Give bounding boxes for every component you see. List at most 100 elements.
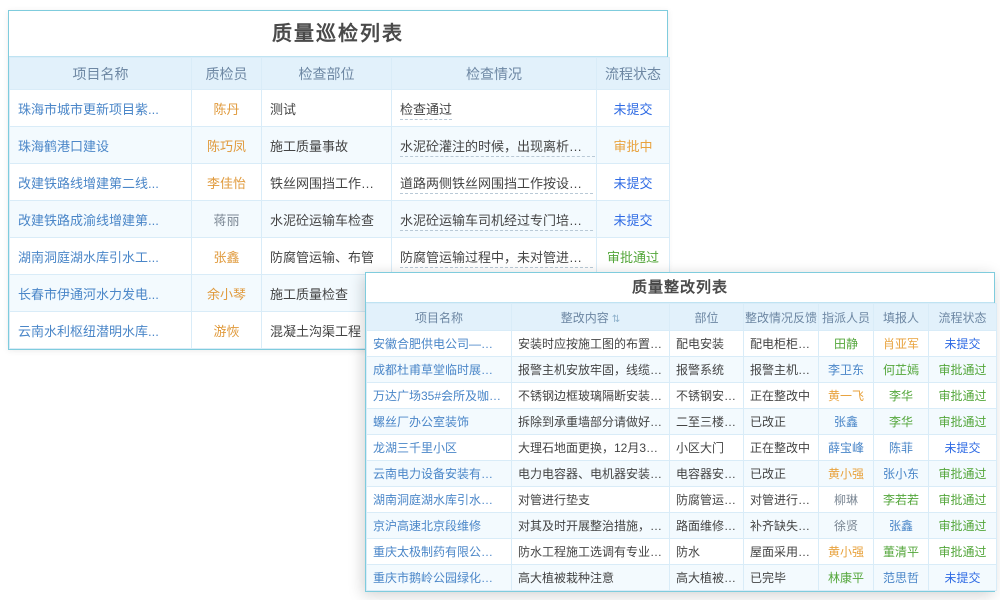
feedback-cell: 屋面采用聚氨... bbox=[744, 539, 819, 565]
part-cell: 报警系统 bbox=[670, 357, 744, 383]
inspector-name: 余小琴 bbox=[192, 275, 262, 312]
part-cell: 防腐管运输... bbox=[670, 487, 744, 513]
project-name-link[interactable]: 成都杜甫草堂临时展厅独立展... bbox=[367, 357, 512, 383]
rectification-row[interactable]: 湖南洞庭湖水库引水工程施工1标 对管进行垫支 防腐管运输... 对管进行垫支 柳… bbox=[367, 487, 997, 513]
process-status: 审批通过 bbox=[929, 539, 997, 565]
inspection-list-title: 质量巡检列表 bbox=[9, 11, 667, 57]
feedback-cell: 正在整改中 bbox=[744, 383, 819, 409]
reporter-name: 张鑫 bbox=[874, 513, 929, 539]
project-name-link[interactable]: 湖南洞庭湖水库引水工程施工1标 bbox=[367, 487, 512, 513]
project-name-link[interactable]: 螺丝厂办公室装饰 bbox=[367, 409, 512, 435]
project-name-link[interactable]: 湖南洞庭湖水库引水工... bbox=[10, 238, 192, 275]
assignee-name: 黄一飞 bbox=[819, 383, 874, 409]
rectification-list-panel: 质量整改列表 项目名称 整改内容⇅ 部位 整改情况反馈 指派人员 填报人 流程状… bbox=[365, 272, 995, 592]
project-name-link[interactable]: 万达广场35#会所及咖啡厅空... bbox=[367, 383, 512, 409]
process-status: 未提交 bbox=[597, 90, 670, 127]
project-name-link[interactable]: 重庆市鹅岭公园绿化景观提升... bbox=[367, 565, 512, 591]
rectification-row[interactable]: 成都杜甫草堂临时展厅独立展... 报警主机安放牢固，线缆连接... 报警系统 报… bbox=[367, 357, 997, 383]
column-header-content: 整改内容⇅ bbox=[512, 304, 670, 331]
inspection-location-cell: 测试 bbox=[262, 90, 392, 127]
project-name-link[interactable]: 云南电力设备安装有限公司20... bbox=[367, 461, 512, 487]
inspection-row[interactable]: 改建铁路成渝线增建第... 蒋丽 水泥砼运输车检查 水泥砼运输车司机经过专门培训… bbox=[10, 201, 670, 238]
feedback-cell: 报警主机安放... bbox=[744, 357, 819, 383]
process-status: 审批通过 bbox=[929, 461, 997, 487]
project-name-link[interactable]: 改建铁路成渝线增建第... bbox=[10, 201, 192, 238]
reporter-name: 李华 bbox=[874, 383, 929, 409]
reporter-name: 何芷嫣 bbox=[874, 357, 929, 383]
assignee-name: 林康平 bbox=[819, 565, 874, 591]
inspection-situation-cell: 水泥砼运输车司机经过专门培训... bbox=[392, 201, 597, 238]
process-status: 审批通过 bbox=[929, 383, 997, 409]
process-status: 未提交 bbox=[929, 565, 997, 591]
process-status: 审批通过 bbox=[929, 513, 997, 539]
process-status: 审批通过 bbox=[929, 409, 997, 435]
inspection-header-row: 项目名称 质检员 检查部位 检查情况 流程状态 bbox=[10, 58, 670, 90]
rectification-content-cell: 对管进行垫支 bbox=[512, 487, 670, 513]
part-cell: 高大植被栽种 bbox=[670, 565, 744, 591]
rectification-content-cell: 高大植被栽种注意 bbox=[512, 565, 670, 591]
situation-text: 防腐管运输过程中，未对管进行... bbox=[400, 250, 593, 268]
process-status: 审批中 bbox=[597, 127, 670, 164]
process-status: 审批通过 bbox=[929, 487, 997, 513]
rectification-row[interactable]: 龙湖三千里小区 大理石地面更换，12月31日之... 小区大门 正在整改中 薛宝… bbox=[367, 435, 997, 461]
rectification-row[interactable]: 京沪高速北京段维修 对其及时开展整治措施，桥头... 路面维修检... 补齐缺失… bbox=[367, 513, 997, 539]
feedback-cell: 补齐缺失标志... bbox=[744, 513, 819, 539]
process-status: 未提交 bbox=[929, 435, 997, 461]
inspection-situation-cell: 检查通过 bbox=[392, 90, 597, 127]
sort-icon[interactable]: ⇅ bbox=[612, 314, 620, 325]
assignee-name: 徐贤 bbox=[819, 513, 874, 539]
rectification-list-title: 质量整改列表 bbox=[366, 273, 994, 303]
reporter-name: 董清平 bbox=[874, 539, 929, 565]
inspection-row[interactable]: 湖南洞庭湖水库引水工... 张鑫 防腐管运输、布管 防腐管运输过程中，未对管进行… bbox=[10, 238, 670, 275]
column-header-status: 流程状态 bbox=[597, 58, 670, 90]
process-status: 未提交 bbox=[597, 164, 670, 201]
column-header-part: 部位 bbox=[670, 304, 744, 331]
reporter-name: 张小东 bbox=[874, 461, 929, 487]
column-header-project: 项目名称 bbox=[367, 304, 512, 331]
assignee-name: 张鑫 bbox=[819, 409, 874, 435]
rectification-header-row: 项目名称 整改内容⇅ 部位 整改情况反馈 指派人员 填报人 流程状态 bbox=[367, 304, 997, 331]
inspector-name: 蒋丽 bbox=[192, 201, 262, 238]
project-name-link[interactable]: 珠海市城市更新项目紫... bbox=[10, 90, 192, 127]
process-status: 未提交 bbox=[929, 331, 997, 357]
inspection-row[interactable]: 珠海市城市更新项目紫... 陈丹 测试 检查通过 未提交 bbox=[10, 90, 670, 127]
rectification-row[interactable]: 重庆太极制药有限公司亳州中... 防水工程施工选调有专业的资... 防水 屋面采… bbox=[367, 539, 997, 565]
reporter-name: 李若若 bbox=[874, 487, 929, 513]
feedback-cell: 已完毕 bbox=[744, 565, 819, 591]
project-name-link[interactable]: 云南水利枢纽潜明水库... bbox=[10, 312, 192, 349]
project-name-link[interactable]: 重庆太极制药有限公司亳州中... bbox=[367, 539, 512, 565]
column-header-content-label: 整改内容 bbox=[561, 311, 609, 325]
project-name-link[interactable]: 龙湖三千里小区 bbox=[367, 435, 512, 461]
rectification-row[interactable]: 重庆市鹅岭公园绿化景观提升... 高大植被栽种注意 高大植被栽种 已完毕 林康平… bbox=[367, 565, 997, 591]
column-header-project: 项目名称 bbox=[10, 58, 192, 90]
rectification-row[interactable]: 云南电力设备安装有限公司20... 电力电容器、电机器安装方案... 电容器安装… bbox=[367, 461, 997, 487]
assignee-name: 柳琳 bbox=[819, 487, 874, 513]
inspection-situation-cell: 水泥砼灌注的时候，出现离析现象 bbox=[392, 127, 597, 164]
rectification-table: 项目名称 整改内容⇅ 部位 整改情况反馈 指派人员 填报人 流程状态 安徽合肥供… bbox=[366, 303, 997, 591]
assignee-name: 薛宝峰 bbox=[819, 435, 874, 461]
inspector-name: 张鑫 bbox=[192, 238, 262, 275]
project-name-link[interactable]: 珠海鹤港口建设 bbox=[10, 127, 192, 164]
part-cell: 路面维修检... bbox=[670, 513, 744, 539]
column-header-reporter: 填报人 bbox=[874, 304, 929, 331]
reporter-name: 范思哲 bbox=[874, 565, 929, 591]
inspector-name: 陈丹 bbox=[192, 90, 262, 127]
process-status: 审批通过 bbox=[597, 238, 670, 275]
column-header-inspector: 质检员 bbox=[192, 58, 262, 90]
inspection-row[interactable]: 改建铁路线增建第二线... 李佳怡 铁丝网围挡工作检查 道路两侧铁丝网围挡工作按… bbox=[10, 164, 670, 201]
assignee-name: 黄小强 bbox=[819, 539, 874, 565]
project-name-link[interactable]: 京沪高速北京段维修 bbox=[367, 513, 512, 539]
rectification-content-cell: 拆除到承重墙部分请做好加固... bbox=[512, 409, 670, 435]
project-name-link[interactable]: 改建铁路线增建第二线... bbox=[10, 164, 192, 201]
rectification-row[interactable]: 万达广场35#会所及咖啡厅空... 不锈钢边框玻璃隔断安装不牢... 不锈钢安装… bbox=[367, 383, 997, 409]
project-name-link[interactable]: 长春市伊通河水力发电... bbox=[10, 275, 192, 312]
part-cell: 配电安装 bbox=[670, 331, 744, 357]
project-name-link[interactable]: 安徽合肥供电公司—配电设备... bbox=[367, 331, 512, 357]
inspector-name: 游恢 bbox=[192, 312, 262, 349]
reporter-name: 肖亚军 bbox=[874, 331, 929, 357]
rectification-row[interactable]: 安徽合肥供电公司—配电设备... 安装时应按施工图的布置，将... 配电安装 配… bbox=[367, 331, 997, 357]
rectification-row[interactable]: 螺丝厂办公室装饰 拆除到承重墙部分请做好加固... 二至三楼混... 已改正 张… bbox=[367, 409, 997, 435]
column-header-status: 流程状态 bbox=[929, 304, 997, 331]
inspection-row[interactable]: 珠海鹤港口建设 陈巧凤 施工质量事故 水泥砼灌注的时候，出现离析现象 审批中 bbox=[10, 127, 670, 164]
feedback-cell: 已改正 bbox=[744, 461, 819, 487]
